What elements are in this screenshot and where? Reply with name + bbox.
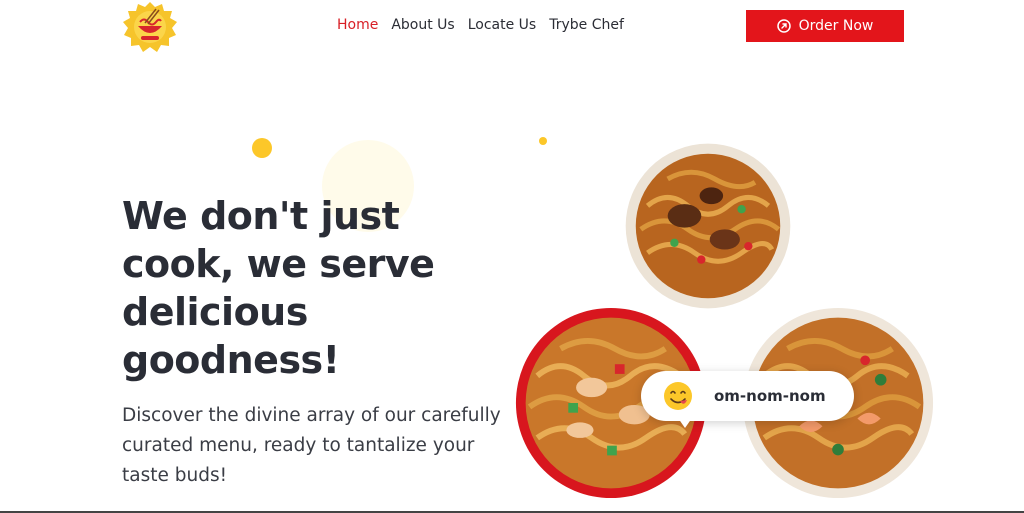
main-nav: Home About Us Locate Us Trybe Chef xyxy=(337,17,624,33)
decorative-yellow-dot xyxy=(252,138,272,158)
order-now-button[interactable]: Order Now xyxy=(746,10,904,42)
hero-subtext: Discover the divine array of our careful… xyxy=(122,405,501,486)
nav-item-trybe-chef[interactable]: Trybe Chef xyxy=(549,17,624,33)
hero-headline: We don't just cook, we serve delicious g… xyxy=(122,194,435,382)
bubble-tail xyxy=(678,418,692,428)
yum-face-emoji-icon xyxy=(664,382,692,410)
brand-logo[interactable] xyxy=(121,0,179,54)
nav-item-about-us[interactable]: About Us xyxy=(391,17,454,33)
nav-item-home[interactable]: Home xyxy=(337,17,378,33)
nav-item-locate-us[interactable]: Locate Us xyxy=(468,17,537,33)
arrow-up-right-circle-icon xyxy=(776,19,791,33)
order-now-label: Order Now xyxy=(798,18,874,34)
noodle-bowl-logo-icon xyxy=(123,2,177,52)
om-nom-nom-bubble: om-nom-nom xyxy=(641,371,854,421)
decorative-small-yellow-dot xyxy=(539,137,547,145)
bubble-text: om-nom-nom xyxy=(714,387,826,405)
noodle-bowl-image xyxy=(625,143,791,309)
